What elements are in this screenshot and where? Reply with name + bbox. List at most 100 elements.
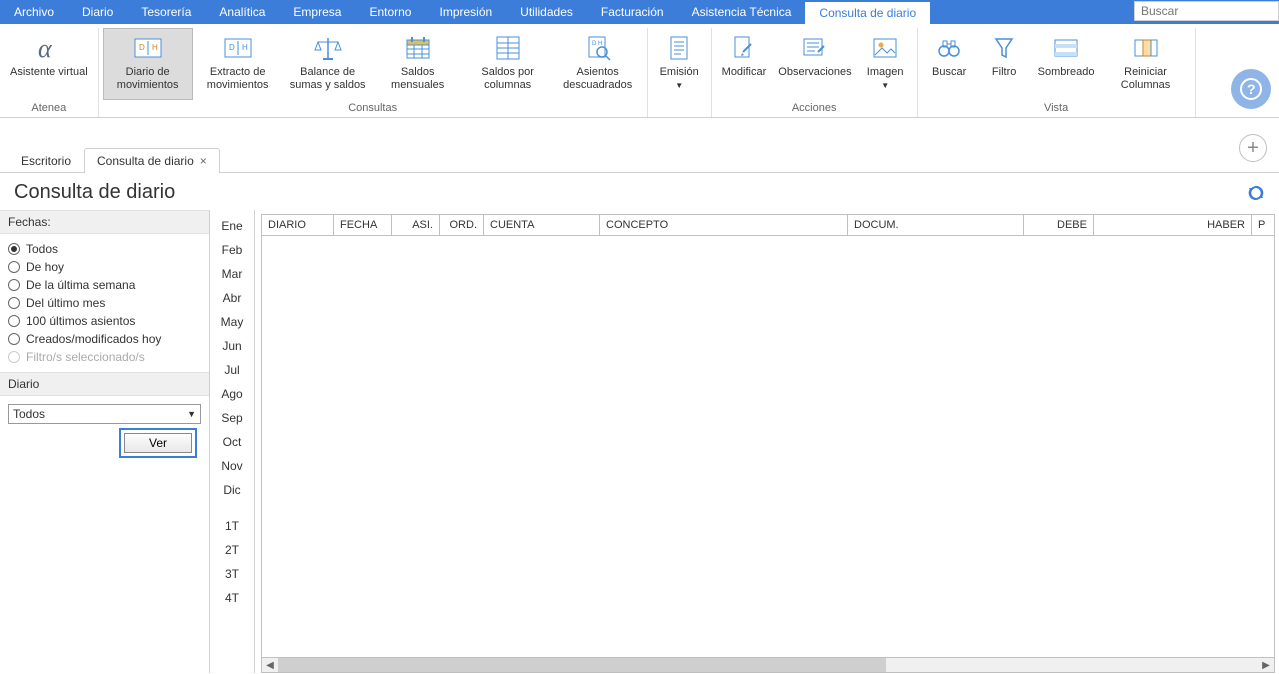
ribbon-buscar[interactable]: Buscar [922,28,977,100]
ribbon-observaciones[interactable]: Observaciones [772,28,857,100]
ribbon-sombreado[interactable]: Sombreado [1032,28,1101,100]
menu-analitica[interactable]: Analítica [205,0,279,24]
ribbon-label: Diario de movimientos [109,66,187,92]
menu-tesoreria[interactable]: Tesorería [127,0,205,24]
menu-facturacion[interactable]: Facturación [587,0,678,24]
month-mar[interactable]: Mar [210,262,254,286]
refresh-button[interactable] [1247,184,1265,202]
ribbon-label: Modificar [722,66,767,79]
ribbon-label: Saldos mensuales [379,66,457,92]
ribbon-label: Reiniciar Columnas [1107,66,1185,92]
refresh-icon [1247,184,1265,202]
ribbon: α Asistente virtual Atenea DH Diario de … [0,24,1279,118]
radio-creados-hoy[interactable]: Creados/modificados hoy [8,330,201,348]
menu-archivo[interactable]: Archivo [0,0,68,24]
ribbon-label: Balance de sumas y saldos [289,66,367,92]
month-feb[interactable]: Feb [210,238,254,262]
quarter-1t[interactable]: 1T [210,514,254,538]
col-ord[interactable]: ORD. [440,215,484,235]
col-asi[interactable]: ASI. [392,215,440,235]
month-ago[interactable]: Ago [210,382,254,406]
quarter-2t[interactable]: 2T [210,538,254,562]
horizontal-scrollbar[interactable]: ◀ ▶ [261,657,1275,673]
search-input[interactable] [1141,4,1272,18]
radio-de-hoy[interactable]: De hoy [8,258,201,276]
chevron-down-icon: ▼ [881,81,889,90]
search-box[interactable] [1134,1,1279,21]
col-diario[interactable]: DIARIO [262,215,334,235]
radio-ultimo-mes[interactable]: Del último mes [8,294,201,312]
ribbon-balance-sumas[interactable]: Balance de sumas y saldos [283,28,373,100]
month-dic[interactable]: Dic [210,478,254,502]
tab-label: Escritorio [21,154,71,168]
menu-empresa[interactable]: Empresa [279,0,355,24]
ribbon-reiniciar-columnas[interactable]: Reiniciar Columnas [1101,28,1191,100]
ribbon-saldos-mensuales[interactable]: Saldos mensuales [373,28,463,100]
menu-asistencia[interactable]: Asistencia Técnica [678,0,806,24]
tab-escritorio[interactable]: Escritorio [8,148,84,173]
svg-text:D: D [229,43,235,52]
menu-diario[interactable]: Diario [68,0,127,24]
svg-text:?: ? [1247,81,1256,97]
tab-consulta-diario[interactable]: Consulta de diario × [84,148,220,173]
radio-100-ultimos[interactable]: 100 últimos asientos [8,312,201,330]
month-sep[interactable]: Sep [210,406,254,430]
doc-lines-icon [663,32,695,64]
ribbon-label: Saldos por columnas [469,66,547,92]
month-abr[interactable]: Abr [210,286,254,310]
document-tabs: Escritorio Consulta de diario × [0,118,1279,173]
ribbon-saldos-columnas[interactable]: Saldos por columnas [463,28,553,100]
menu-entorno[interactable]: Entorno [355,0,425,24]
col-cuenta[interactable]: CUENTA [484,215,600,235]
help-button[interactable]: ? [1231,69,1271,109]
scroll-thumb[interactable] [278,658,886,672]
page-title-row: Consulta de diario [0,173,1279,210]
scroll-right-icon[interactable]: ▶ [1258,660,1274,671]
ribbon-asientos-descuadrados[interactable]: D H Asientos descuadrados [553,28,643,100]
radio-todos[interactable]: Todos [8,240,201,258]
scroll-left-icon[interactable]: ◀ [262,660,278,671]
filter-panel: Fechas: Todos De hoy De la última semana… [0,210,210,673]
month-nov[interactable]: Nov [210,454,254,478]
menu-impresion[interactable]: Impresión [425,0,506,24]
month-may[interactable]: May [210,310,254,334]
radio-label: Filtro/s seleccionado/s [26,350,145,364]
col-fecha[interactable]: FECHA [334,215,392,235]
menu-utilidades[interactable]: Utilidades [506,0,587,24]
svg-text:D: D [139,43,145,52]
ribbon-label: Emisión▼ [660,66,699,92]
ribbon-filtro[interactable]: Filtro [977,28,1032,100]
month-jul[interactable]: Jul [210,358,254,382]
close-icon[interactable]: × [200,154,207,168]
menu-consulta-diario[interactable]: Consulta de diario [805,0,930,24]
month-ene[interactable]: Ene [210,214,254,238]
month-oct[interactable]: Oct [210,430,254,454]
diario-dropdown[interactable]: Todos ▼ [8,404,201,424]
col-concepto[interactable]: CONCEPTO [600,215,848,235]
quarter-3t[interactable]: 3T [210,562,254,586]
ribbon-extracto-movimientos[interactable]: DH Extracto de movimientos [193,28,283,100]
columns-list-icon [492,32,524,64]
ribbon-imagen[interactable]: Imagen▼ [858,28,913,100]
ribbon-diario-movimientos[interactable]: DH Diario de movimientos [103,28,193,100]
ribbon-asistente-virtual[interactable]: α Asistente virtual [4,28,94,100]
diario-header: Diario [0,372,209,396]
binoculars-icon [933,32,965,64]
col-debe[interactable]: DEBE [1024,215,1094,235]
col-haber[interactable]: HABER [1094,215,1252,235]
radio-ultima-semana[interactable]: De la última semana [8,276,201,294]
quarter-4t[interactable]: 4T [210,586,254,610]
ribbon-emision[interactable]: Emisión▼ [652,28,707,100]
ver-button-focus: Ver [119,428,197,458]
ribbon-modificar[interactable]: Modificar [716,28,773,100]
chevron-down-icon: ▼ [187,409,196,419]
scroll-track[interactable] [278,658,1258,672]
ver-button[interactable]: Ver [124,433,192,453]
col-p[interactable]: P [1252,215,1270,235]
tab-label: Consulta de diario [97,154,194,168]
note-edit-icon [799,32,831,64]
col-docum[interactable]: DOCUM. [848,215,1024,235]
grid-body[interactable] [261,236,1275,657]
add-tab-button[interactable]: + [1239,134,1267,162]
month-jun[interactable]: Jun [210,334,254,358]
